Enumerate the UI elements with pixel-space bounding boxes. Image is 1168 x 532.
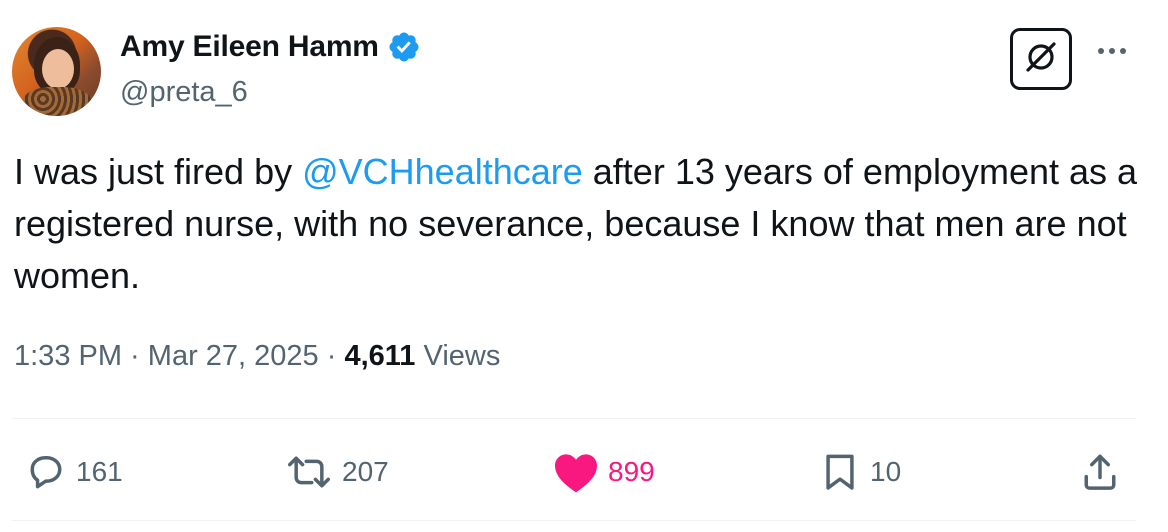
share-button[interactable]	[1078, 450, 1122, 494]
divider	[12, 520, 1136, 521]
avatar-face	[42, 49, 74, 89]
like-count: 899	[608, 456, 655, 487]
like-button[interactable]: 899	[552, 450, 655, 494]
reply-button[interactable]: 161	[24, 450, 123, 494]
mention-link[interactable]: @VCHhealthcare	[302, 151, 583, 192]
bookmark-icon	[818, 450, 862, 494]
tweet-text-before: I was just fired by	[14, 151, 303, 192]
views-label: Views	[415, 340, 501, 372]
grok-button[interactable]	[1010, 28, 1072, 90]
divider	[12, 418, 1136, 419]
author-name-row: Amy Eileen Hamm	[120, 30, 421, 64]
tweet-date[interactable]: Mar 27, 2025	[148, 340, 319, 372]
verified-badge-icon[interactable]	[387, 30, 421, 64]
tweet-time[interactable]: 1:33 PM	[14, 340, 122, 372]
bookmark-button[interactable]: 10	[818, 450, 901, 494]
tweet-text: I was just fired by @VCHhealthcare after…	[14, 146, 1154, 302]
repost-count: 207	[342, 456, 389, 487]
repost-arrows-icon	[284, 450, 334, 494]
share-icon	[1078, 450, 1122, 494]
tweet-meta: 1:33 PM · Mar 27, 2025 · 4,611 Views	[14, 340, 500, 373]
repost-button[interactable]: 207	[284, 450, 389, 494]
views-count: 4,611	[344, 340, 416, 372]
reply-count: 161	[76, 456, 123, 487]
reply-bubble-icon	[24, 450, 68, 494]
meta-separator: ·	[122, 340, 148, 372]
more-dots-icon[interactable]	[1098, 48, 1126, 54]
avatar[interactable]	[12, 27, 101, 116]
bookmark-count: 10	[870, 456, 902, 487]
author-display-name[interactable]: Amy Eileen Hamm	[120, 30, 379, 64]
avatar-body	[22, 87, 92, 116]
grok-icon	[1023, 39, 1059, 80]
heart-icon	[552, 450, 600, 494]
author-handle[interactable]: @preta_6	[120, 76, 248, 109]
tweet-card: Amy Eileen Hamm @preta_6 I was just fire…	[0, 0, 1168, 532]
meta-separator: ·	[318, 340, 345, 372]
